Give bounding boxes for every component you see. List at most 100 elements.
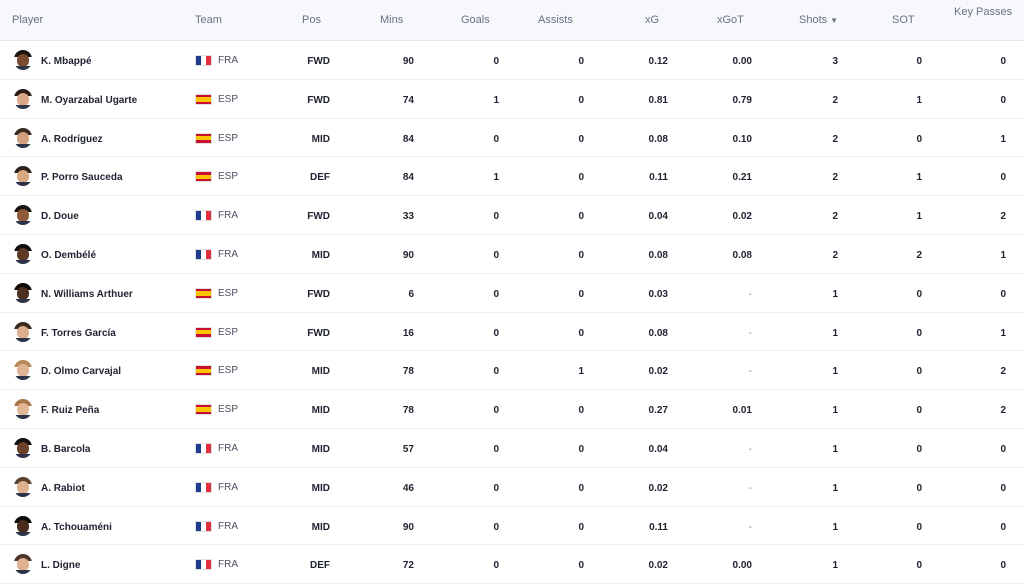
stat-xg: 0.02: [648, 482, 668, 494]
spain-flag-icon: [195, 171, 212, 183]
stat-xgot: -: [748, 327, 752, 339]
player-name[interactable]: K. Mbappé: [41, 56, 92, 67]
stat-kp: 0: [1000, 172, 1006, 184]
table-row[interactable]: A. Tchouaméni FRA MID 90 0 0 0.11 - 1 0 0: [0, 506, 1024, 546]
stat-sot: 0: [916, 521, 922, 533]
player-name[interactable]: A. Rodríguez: [41, 134, 103, 145]
player-name[interactable]: M. Oyarzabal Ugarte: [41, 95, 137, 106]
stat-assists: 0: [578, 288, 584, 300]
column-header-player[interactable]: Player: [12, 14, 43, 26]
position: FWD: [307, 94, 330, 106]
table-header: Player Team Pos Mins Goals Assists xG xG…: [0, 0, 1024, 41]
stat-xg: 0.08: [648, 327, 668, 339]
player-stats-table: Player Team Pos Mins Goals Assists xG xG…: [0, 0, 1024, 584]
stat-shots: 1: [832, 443, 838, 455]
player-avatar: [14, 515, 32, 536]
column-header-team[interactable]: Team: [195, 14, 222, 26]
team-code: FRA: [218, 210, 238, 222]
stat-kp: 0: [1000, 94, 1006, 106]
stat-shots: 1: [832, 288, 838, 300]
player-name[interactable]: F. Torres García: [41, 328, 116, 339]
stat-goals: 0: [493, 560, 499, 572]
team-code: ESP: [218, 404, 239, 416]
stat-goals: 0: [493, 366, 499, 378]
player-name[interactable]: D. Olmo Carvajal: [41, 366, 121, 377]
column-header-pos[interactable]: Pos: [302, 14, 321, 26]
player-name[interactable]: L. Digne: [41, 560, 80, 571]
avatar-shirt: [14, 492, 32, 497]
stat-xgot: 0.00: [732, 560, 752, 572]
player-name[interactable]: F. Ruiz Peña: [41, 405, 99, 416]
team-code: ESP: [218, 287, 239, 299]
stat-xg: 0.04: [648, 443, 668, 455]
stat-sot: 0: [916, 482, 922, 494]
stat-xg: 0.04: [648, 211, 668, 223]
player-avatar: [14, 321, 32, 342]
france-flag-icon: [195, 442, 212, 454]
player-name[interactable]: N. Williams Arthuer: [41, 289, 133, 300]
stat-shots: 1: [832, 366, 838, 378]
position: MID: [311, 482, 330, 494]
stat-shots: 2: [832, 249, 838, 261]
stat-shots: 1: [832, 327, 838, 339]
spain-flag-icon: [195, 365, 212, 377]
table-row[interactable]: A. Rodríguez ESP MID 84 0 0 0.08 0.10 2 0 1: [0, 118, 1024, 158]
position: MID: [311, 133, 330, 145]
column-header-sot[interactable]: SOT: [892, 14, 915, 26]
player-name[interactable]: B. Barcola: [41, 444, 90, 455]
france-flag-icon: [195, 520, 212, 532]
player-name[interactable]: O. Dembélé: [41, 250, 96, 261]
position: MID: [311, 249, 330, 261]
table-row[interactable]: N. Williams Arthuer ESP FWD 6 0 0 0.03 - 1 0 0: [0, 273, 1024, 313]
table-row[interactable]: D. Olmo Carvajal ESP MID 78 0 1 0.02 - 1 0 2: [0, 351, 1024, 391]
column-header-goals[interactable]: Goals: [461, 14, 490, 26]
table-row[interactable]: K. Mbappé FRA FWD 90 0 0 0.12 0.00 3 0 0: [0, 41, 1024, 80]
table-row[interactable]: B. Barcola FRA MID 57 0 0 0.04 - 1 0 0: [0, 428, 1024, 468]
avatar-shirt: [14, 182, 32, 187]
player-name[interactable]: A. Rabiot: [41, 483, 85, 494]
stat-sot: 0: [916, 288, 922, 300]
column-header-key-passes[interactable]: Key Passes: [954, 6, 1012, 18]
stat-kp: 1: [1000, 133, 1006, 145]
avatar-shirt: [14, 298, 32, 303]
stat-xgot: 0.00: [732, 56, 752, 67]
stat-sot: 1: [916, 94, 922, 106]
table-row[interactable]: F. Torres García ESP FWD 16 0 0 0.08 - 1 0 1: [0, 312, 1024, 352]
avatar-shirt: [14, 104, 32, 109]
column-header-xg[interactable]: xG: [645, 14, 659, 26]
stat-goals: 0: [493, 56, 499, 67]
player-name[interactable]: A. Tchouaméni: [41, 522, 112, 533]
column-header-mins[interactable]: Mins: [380, 14, 403, 26]
player-name[interactable]: D. Doue: [41, 211, 79, 222]
table-row[interactable]: A. Rabiot FRA MID 46 0 0 0.02 - 1 0 0: [0, 467, 1024, 507]
stat-sot: 1: [916, 172, 922, 184]
column-header-shots[interactable]: Shots ▼: [799, 14, 838, 26]
team-code: FRA: [218, 442, 238, 454]
stat-kp: 2: [1000, 405, 1006, 417]
column-header-assists[interactable]: Assists: [538, 14, 573, 26]
stat-xg: 0.08: [648, 249, 668, 261]
stat-xg: 0.03: [648, 288, 668, 300]
table-row[interactable]: M. Oyarzabal Ugarte ESP FWD 74 1 0 0.81 0.79 2 1 0: [0, 79, 1024, 119]
stat-xg: 0.12: [648, 56, 668, 67]
stat-mins: 16: [402, 327, 414, 339]
stat-mins: 33: [402, 211, 414, 223]
position: FWD: [307, 56, 330, 67]
player-avatar: [14, 282, 32, 303]
stat-xg: 0.02: [648, 366, 668, 378]
france-flag-icon: [195, 248, 212, 260]
stat-shots: 1: [832, 482, 838, 494]
table-row[interactable]: F. Ruiz Peña ESP MID 78 0 0 0.27 0.01 1 0 2: [0, 390, 1024, 429]
stat-sot: 0: [916, 327, 922, 339]
player-name[interactable]: P. Porro Sauceda: [41, 172, 123, 183]
table-row[interactable]: L. Digne FRA DEF 72 0 0 0.02 0.00 1 0 0: [0, 545, 1024, 584]
stat-xgot: -: [748, 288, 752, 300]
table-row[interactable]: D. Doue FRA FWD 33 0 0 0.04 0.02 2 1 2: [0, 196, 1024, 235]
stat-xg: 0.08: [648, 133, 668, 145]
column-header-xgot[interactable]: xGoT: [717, 14, 744, 26]
table-row[interactable]: P. Porro Sauceda ESP DEF 84 1 0 0.11 0.21 2 1 0: [0, 157, 1024, 197]
spain-flag-icon: [195, 326, 212, 338]
stat-xgot: 0.02: [732, 211, 752, 223]
table-row[interactable]: O. Dembélé FRA MID 90 0 0 0.08 0.08 2 2 1: [0, 234, 1024, 274]
stat-assists: 0: [578, 133, 584, 145]
